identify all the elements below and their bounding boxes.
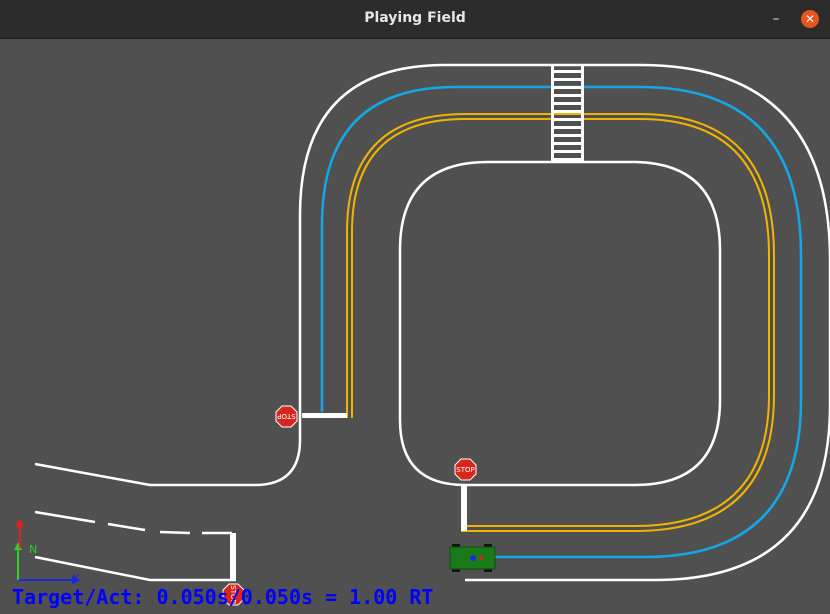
close-button[interactable]: ✕ xyxy=(801,10,819,28)
stop-sign-bottom-label: STOP xyxy=(456,466,474,474)
playing-field-canvas[interactable]: STOP STOP STOP X N Y Target/Act: 0.050s/… xyxy=(0,39,830,614)
window-title: Playing Field xyxy=(364,10,466,26)
stop-sign-left-label: STOP xyxy=(277,412,295,420)
field-svg: STOP STOP STOP X N Y Target/Act: 0.050s/… xyxy=(0,39,830,614)
stop-sign-left-icon: STOP xyxy=(275,405,298,428)
minimize-button[interactable]: – xyxy=(766,9,786,29)
stop-sign-bottom-icon: STOP xyxy=(454,458,477,481)
timing-status: Target/Act: 0.050s/0.050s = 1.00 RT xyxy=(12,585,433,609)
stop-line-bottom xyxy=(461,485,467,531)
vehicle-icon[interactable] xyxy=(449,544,496,572)
app-window: Playing Field – ✕ STOP STOP STOP X N Y T… xyxy=(0,0,830,614)
axis-y-label: Y xyxy=(14,518,22,531)
axis-n-label: N xyxy=(29,543,37,556)
stop-line-corner xyxy=(230,533,236,580)
stop-line-left xyxy=(302,413,347,418)
axis-x-label: X xyxy=(72,572,80,585)
title-bar[interactable]: Playing Field – ✕ xyxy=(0,0,830,39)
